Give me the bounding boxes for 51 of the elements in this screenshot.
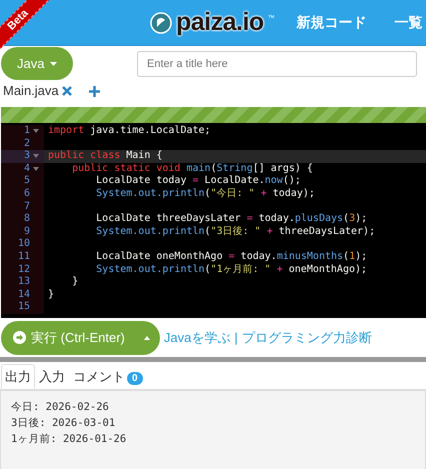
fold-icon[interactable] [33, 154, 39, 158]
code-editor[interactable] [1, 123, 426, 318]
output-line: 今日: 2026-02-26 [11, 400, 110, 416]
code-line: import java.time.LocalDate; [48, 125, 211, 136]
link-separator: | [234, 329, 238, 348]
count-badge: 0 [127, 372, 143, 385]
code-line: System.out.println("1ヶ月前: " + oneMonthAgo); [95, 264, 368, 275]
code-line: public class Main { [48, 150, 162, 162]
output-line: 3日後: 2026-03-01 [11, 416, 116, 432]
title-field[interactable]: Enter a title here [137, 50, 417, 76]
caret-icon[interactable] [144, 336, 150, 340]
nav-link[interactable]: 一覧 [394, 12, 423, 33]
line-number: 13 [18, 276, 30, 289]
help-link[interactable]: プログラミング力診断 [242, 328, 372, 348]
code-line: LocalDate threeDaysLater = today.plusDays(3); [95, 213, 368, 224]
logo[interactable]: paiza.io [176, 4, 264, 42]
fold-icon[interactable] [33, 167, 39, 172]
line-number: 7 [24, 200, 30, 214]
nav-link[interactable]: 新規コード [296, 12, 367, 33]
file-tab[interactable]: Main.java [3, 81, 59, 101]
close-icon[interactable] [62, 86, 72, 96]
run-icon [13, 331, 26, 344]
code-line: System.out.println("今日: " + today); [95, 188, 315, 199]
line-number: 2 [24, 138, 30, 150]
line-number: 15 [18, 301, 30, 314]
run-button[interactable]: 実行 (Ctrl-Enter) [1, 320, 160, 355]
code-line: } [71, 276, 78, 288]
line-number: 14 [18, 288, 30, 302]
logo-icon [150, 12, 172, 34]
code-line: LocalDate today = LocalDate.now(); [95, 175, 301, 186]
line-number: 10 [18, 238, 30, 251]
line-number: 4 [24, 162, 30, 176]
code-line: } [48, 288, 54, 300]
help-link[interactable]: Javaを学ぶ [164, 328, 230, 348]
caret-icon [50, 62, 57, 66]
language-dropdown[interactable]: Java [1, 47, 73, 80]
output-tab[interactable]: 出力 [1, 364, 35, 390]
add-icon[interactable] [88, 86, 100, 96]
line-number: 11 [18, 250, 30, 264]
output-line: 1ヶ月前: 2026-01-26 [11, 432, 128, 448]
line-number: 12 [18, 264, 30, 276]
line-number: 5 [24, 175, 30, 188]
line-number: 8 [24, 213, 30, 226]
line-number: 1 [24, 125, 30, 138]
line-number: 9 [24, 226, 30, 238]
code-line: System.out.println("3日後: " + threeDaysLater); [95, 226, 376, 237]
line-number: 6 [24, 188, 30, 201]
code-line: public static void main(String[] args) { [71, 162, 313, 174]
code-line: LocalDate oneMonthAgo = today.minusMonths(1); [95, 250, 368, 262]
fold-icon[interactable] [33, 129, 39, 134]
line-number: 3 [24, 150, 30, 163]
